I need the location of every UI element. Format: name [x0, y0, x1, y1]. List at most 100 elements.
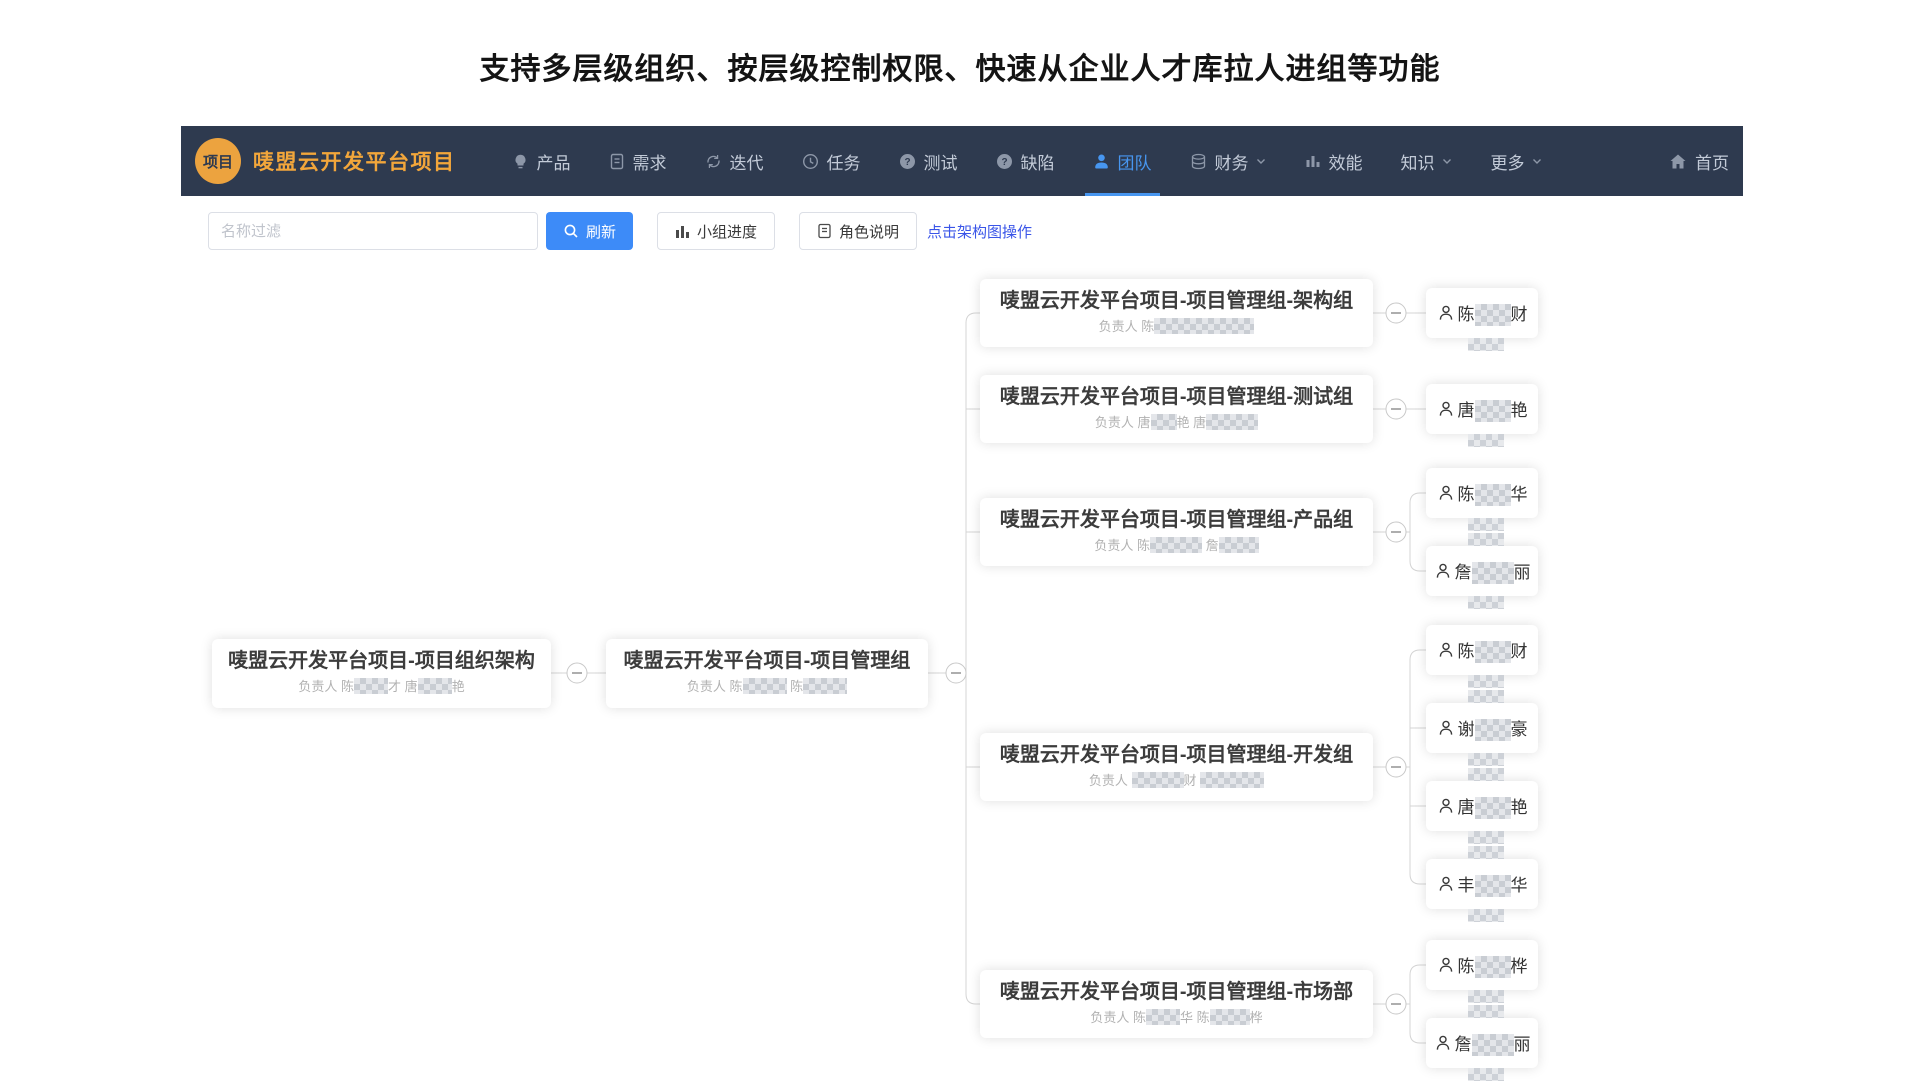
nav-item-财务[interactable]: 财务 [1190, 126, 1267, 196]
redaction-bleed [1468, 338, 1504, 351]
collapse-toggle[interactable] [1386, 757, 1406, 777]
role-description-button[interactable]: 角色说明 [799, 212, 917, 250]
person-icon [1437, 484, 1455, 502]
nav-item-首页[interactable]: 首页 [1669, 126, 1729, 196]
redaction-bleed [1468, 846, 1504, 859]
member-card[interactable]: 陈华 [1426, 468, 1538, 518]
nav-item-label: 首页 [1695, 149, 1729, 174]
svg-text:?: ? [1001, 157, 1007, 168]
svg-text:?: ? [904, 157, 910, 168]
org-node-title: 唛盟云开发平台项目-项目管理组-产品组 [980, 507, 1373, 534]
nav-item-需求[interactable]: 需求 [609, 126, 667, 196]
member-card[interactable]: 唐艳 [1426, 384, 1538, 434]
redacted-name [1210, 1009, 1250, 1025]
member-card[interactable]: 丰华 [1426, 859, 1538, 909]
chevron-down-icon [1255, 155, 1267, 167]
nav-item-团队[interactable]: 团队 [1093, 126, 1152, 196]
member-name: 陈华 [1458, 480, 1528, 507]
redacted-name [1146, 1009, 1180, 1025]
app-window: 项目 唛盟云开发平台项目 产品需求迭代任务?测试?缺陷团队财务效能知识更多首页 … [181, 126, 1743, 1080]
member-card[interactable]: 陈桦 [1426, 940, 1538, 990]
org-node-title: 唛盟云开发平台项目-项目管理组-市场部 [980, 979, 1373, 1006]
nav-item-任务[interactable]: 任务 [802, 126, 861, 196]
group-progress-label: 小组进度 [697, 221, 757, 242]
redacted-name [1475, 956, 1511, 978]
member-card[interactable]: 詹丽 [1426, 1018, 1538, 1068]
diagram-operation-link[interactable]: 点击架构图操作 [927, 221, 1032, 242]
member-name: 唐艳 [1458, 396, 1528, 423]
redaction-bleed [1468, 434, 1504, 447]
person-icon [1434, 562, 1452, 580]
member-name: 陈财 [1458, 637, 1528, 664]
org-node-group-4[interactable]: 唛盟云开发平台项目-项目管理组-市场部负责人 陈华 陈桦 [980, 970, 1373, 1038]
nav-item-效能[interactable]: 效能 [1305, 126, 1363, 196]
nav-item-label: 产品 [537, 149, 571, 174]
barchart-icon [1305, 153, 1321, 169]
org-node-group-1[interactable]: 唛盟云开发平台项目-项目管理组-测试组负责人 唐艳 唐 [980, 375, 1373, 443]
org-node-owner: 负责人 唐艳 唐 [980, 412, 1373, 433]
nav-item-缺陷[interactable]: ? 缺陷 [996, 126, 1055, 196]
redacted-name [1151, 414, 1177, 430]
member-card[interactable]: 陈财 [1426, 625, 1538, 675]
redacted-name [1154, 318, 1254, 334]
org-node-root[interactable]: 唛盟云开发平台项目-项目组织架构负责人 陈才 唐艳 [212, 639, 551, 708]
nav-item-label: 缺陷 [1021, 149, 1055, 174]
clock-icon [802, 153, 819, 170]
org-node-group-3[interactable]: 唛盟云开发平台项目-项目管理组-开发组负责人 财 [980, 733, 1373, 801]
nav-item-label: 需求 [633, 149, 667, 174]
nav-item-迭代[interactable]: 迭代 [705, 126, 764, 196]
redaction-bleed [1468, 518, 1504, 531]
org-node-owner: 负责人 陈 [980, 316, 1373, 337]
member-name: 谢豪 [1458, 715, 1528, 742]
member-name: 唐艳 [1458, 793, 1528, 820]
org-node-group-0[interactable]: 唛盟云开发平台项目-项目管理组-架构组负责人 陈 [980, 279, 1373, 347]
refresh-button[interactable]: 刷新 [546, 212, 633, 250]
org-node-title: 唛盟云开发平台项目-项目管理组-开发组 [980, 742, 1373, 769]
member-card[interactable]: 詹丽 [1426, 546, 1538, 596]
name-filter-input[interactable] [208, 212, 538, 250]
member-name: 陈桦 [1458, 952, 1528, 979]
collapse-toggle[interactable] [1386, 399, 1406, 419]
content-area: 刷新 小组进度 角色说明 点击架构图操作 [181, 196, 1743, 1080]
collapse-toggle[interactable] [946, 663, 966, 683]
toolbar: 刷新 小组进度 角色说明 点击架构图操作 [208, 212, 1032, 250]
question-icon: ? [899, 153, 916, 170]
redaction-bleed [1468, 675, 1504, 688]
person-icon [1437, 641, 1455, 659]
chevron-down-icon [1531, 155, 1543, 167]
collapse-toggle[interactable] [1386, 303, 1406, 323]
collapse-toggle[interactable] [567, 663, 587, 683]
redacted-name [354, 678, 388, 694]
org-node-manager[interactable]: 唛盟云开发平台项目-项目管理组负责人 陈 陈 [606, 639, 928, 708]
redacted-name [1475, 797, 1511, 819]
member-card[interactable]: 谢豪 [1426, 703, 1538, 753]
org-node-title: 唛盟云开发平台项目-项目组织架构 [212, 648, 551, 675]
collapse-toggle[interactable] [1386, 994, 1406, 1014]
org-node-owner: 负责人 陈 陈 [606, 676, 928, 697]
redaction-bleed [1468, 1068, 1504, 1081]
redacted-name [1472, 562, 1514, 584]
redaction-bleed [1468, 596, 1504, 609]
chevron-down-icon [1441, 155, 1453, 167]
member-card[interactable]: 唐艳 [1426, 781, 1538, 831]
org-node-title: 唛盟云开发平台项目-项目管理组-测试组 [980, 384, 1373, 411]
nav-item-产品[interactable]: 产品 [512, 126, 571, 196]
collapse-toggle[interactable] [1386, 522, 1406, 542]
document-icon [817, 223, 832, 239]
nav-item-label: 效能 [1329, 149, 1363, 174]
member-card[interactable]: 陈财 [1426, 288, 1538, 338]
home-icon [1669, 153, 1687, 170]
org-node-group-2[interactable]: 唛盟云开发平台项目-项目管理组-产品组负责人 陈 詹 [980, 498, 1373, 566]
person-icon [1437, 875, 1455, 893]
member-name: 詹丽 [1455, 558, 1531, 585]
top-navbar: 项目 唛盟云开发平台项目 产品需求迭代任务?测试?缺陷团队财务效能知识更多首页 [181, 126, 1743, 196]
page-headline: 支持多层级组织、按层级控制权限、快速从企业人才库拉人进组等功能 [0, 44, 1920, 88]
org-node-owner: 负责人 财 [980, 770, 1373, 791]
nav-item-测试[interactable]: ? 测试 [899, 126, 958, 196]
group-progress-button[interactable]: 小组进度 [657, 212, 775, 250]
nav-item-label: 测试 [924, 149, 958, 174]
person-icon [1434, 1034, 1452, 1052]
nav-item-知识[interactable]: 知识 [1401, 126, 1453, 196]
redacted-name [1472, 1034, 1514, 1056]
nav-item-更多[interactable]: 更多 [1491, 126, 1543, 196]
